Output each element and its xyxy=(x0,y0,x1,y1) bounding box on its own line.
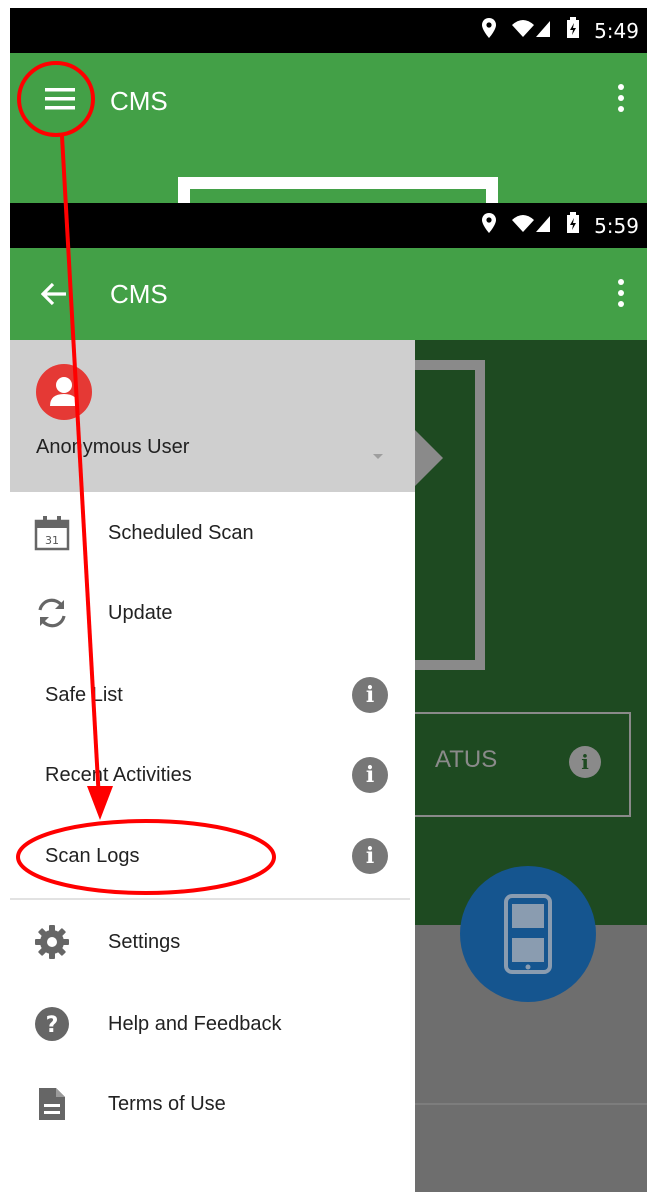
annotation-arrow-head xyxy=(87,786,113,820)
annotation-arrow-line xyxy=(60,135,101,801)
highlight-ellipse-scan-logs xyxy=(16,819,276,895)
annotation-overlay xyxy=(16,61,276,895)
highlight-circle-menu xyxy=(17,61,95,137)
